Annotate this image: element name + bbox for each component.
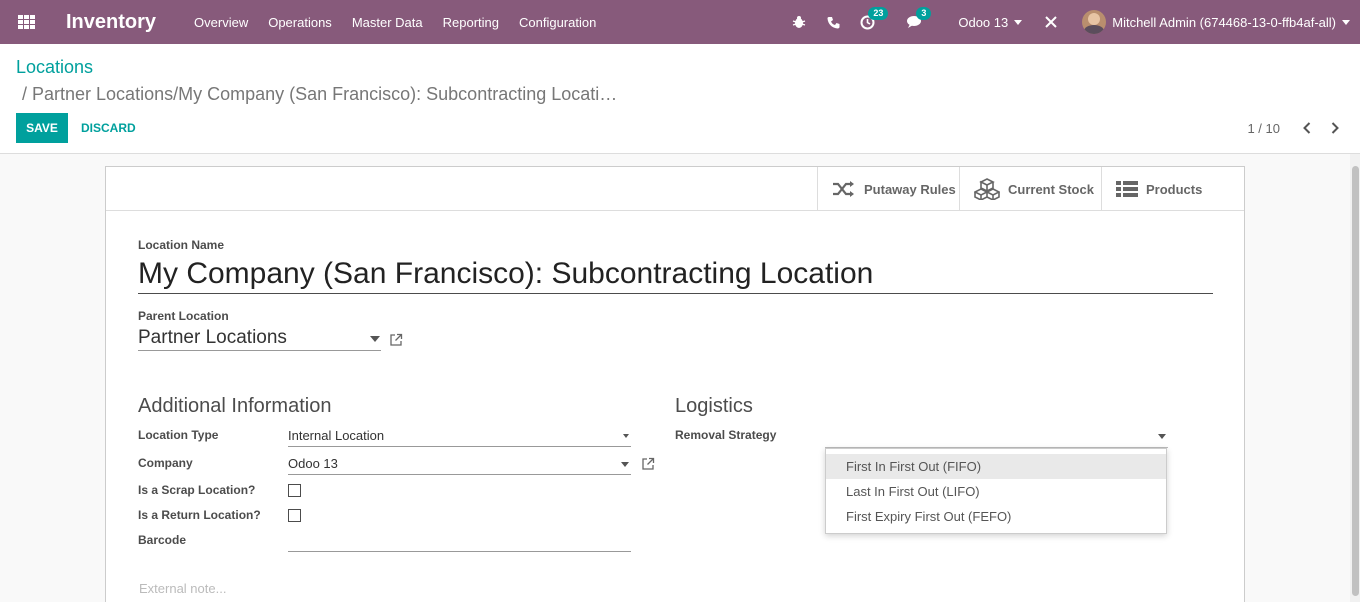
removal-strategy-dropdown: First In First Out (FIFO) Last In First …	[825, 448, 1167, 534]
smart-button-box: Putaway Rules Current Stock Products	[106, 167, 1244, 211]
scrap-location-label: Is a Scrap Location?	[138, 483, 256, 497]
tools-close-icon[interactable]	[1042, 13, 1060, 31]
removal-strategy-label: Removal Strategy	[675, 428, 777, 442]
external-note-field[interactable]: External note...	[139, 581, 226, 596]
breadcrumb-current: / Partner Locations/My Company (San Fran…	[22, 84, 618, 104]
phone-icon[interactable]	[824, 13, 842, 31]
parent-location-select[interactable]: Partner Locations	[138, 327, 381, 351]
products-button[interactable]: Products	[1101, 167, 1244, 211]
pager-previous-button[interactable]	[1298, 118, 1316, 138]
current-stock-label: Current Stock	[1008, 181, 1094, 197]
return-location-label: Is a Return Location?	[138, 508, 261, 522]
location-name-label: Location Name	[138, 238, 225, 252]
additional-info-title: Additional Information	[138, 395, 332, 417]
location-type-label: Location Type	[138, 428, 219, 442]
company-select[interactable]: Odoo 13	[288, 456, 631, 475]
pager-value[interactable]: 1 / 10	[1247, 121, 1280, 136]
discard-button[interactable]: DISCARD	[75, 113, 142, 143]
company-label: Company	[138, 456, 193, 470]
scrollbar-thumb[interactable]	[1352, 166, 1359, 596]
top-navbar: Inventory Overview Operations Master Dat…	[0, 0, 1360, 44]
page-scrollbar[interactable]	[1350, 154, 1360, 602]
menu-master-data[interactable]: Master Data	[352, 15, 423, 30]
external-link-icon[interactable]	[641, 457, 655, 471]
putaway-rules-button[interactable]: Putaway Rules	[817, 167, 959, 211]
location-name-input[interactable]: My Company (San Francisco): Subcontracti…	[138, 257, 1213, 294]
option-fefo[interactable]: First Expiry First Out (FEFO)	[826, 504, 1166, 529]
company-value: Odoo 13	[288, 456, 338, 471]
return-location-checkbox[interactable]	[288, 509, 301, 522]
chevron-left-icon	[1303, 122, 1311, 134]
control-panel: Locations / Partner Locations/My Company…	[0, 44, 1360, 154]
list-icon	[1116, 181, 1138, 197]
chevron-down-icon	[1342, 19, 1350, 25]
removal-strategy-input[interactable]	[825, 428, 1168, 448]
main-menu: Overview Operations Master Data Reportin…	[194, 15, 616, 30]
apps-menu-icon[interactable]	[0, 0, 52, 44]
barcode-input[interactable]	[288, 533, 631, 552]
pager-next-button[interactable]	[1326, 118, 1344, 138]
user-menu[interactable]: Mitchell Admin (674468-13-0-ffb4af-all)	[1082, 10, 1350, 34]
activity-clock-icon[interactable]: 23	[858, 7, 889, 31]
option-fifo[interactable]: First In First Out (FIFO)	[826, 454, 1166, 479]
debug-bug-icon[interactable]	[790, 13, 808, 31]
caret-down-icon	[370, 336, 380, 342]
scrap-location-checkbox[interactable]	[288, 484, 301, 497]
menu-overview[interactable]: Overview	[194, 15, 248, 30]
messages-chat-icon[interactable]: 3	[906, 7, 932, 31]
company-name: Odoo 13	[958, 14, 1009, 30]
caret-down-icon	[621, 462, 629, 467]
breadcrumb-locations[interactable]: Locations	[16, 57, 93, 78]
parent-location-value: Partner Locations	[138, 327, 287, 348]
cubes-icon	[974, 178, 1000, 200]
systray: 23 3 Odoo 13 Mitchell Admin (674468-13-0…	[782, 0, 1360, 44]
option-lifo[interactable]: Last In First Out (LIFO)	[826, 479, 1166, 504]
menu-configuration[interactable]: Configuration	[519, 15, 596, 30]
form-sheet: Putaway Rules Current Stock Products Loc…	[105, 166, 1245, 602]
chevron-right-icon	[1331, 122, 1339, 134]
menu-operations[interactable]: Operations	[268, 15, 332, 30]
location-type-value: Internal Location	[288, 428, 385, 443]
chevron-down-icon	[1014, 19, 1023, 25]
app-title[interactable]: Inventory	[66, 11, 156, 34]
menu-reporting[interactable]: Reporting	[443, 15, 499, 30]
shuffle-icon	[833, 181, 854, 197]
user-name: Mitchell Admin (674468-13-0-ffb4af-all)	[1112, 14, 1336, 30]
current-stock-button[interactable]: Current Stock	[959, 167, 1101, 211]
external-link-icon[interactable]	[389, 333, 403, 347]
logistics-title: Logistics	[675, 395, 753, 417]
user-avatar	[1082, 10, 1107, 34]
barcode-label: Barcode	[138, 533, 187, 547]
company-switcher[interactable]: Odoo 13	[958, 14, 1023, 30]
save-button[interactable]: SAVE	[16, 113, 68, 143]
message-count-badge: 3	[916, 7, 932, 20]
products-label: Products	[1146, 181, 1203, 197]
location-type-select[interactable]: Internal Location	[288, 428, 631, 447]
parent-location-label: Parent Location	[138, 309, 229, 323]
caret-down-icon	[1158, 434, 1166, 439]
caret-down-icon	[623, 434, 629, 438]
activity-count-badge: 23	[868, 7, 889, 20]
putaway-rules-label: Putaway Rules	[864, 181, 956, 197]
